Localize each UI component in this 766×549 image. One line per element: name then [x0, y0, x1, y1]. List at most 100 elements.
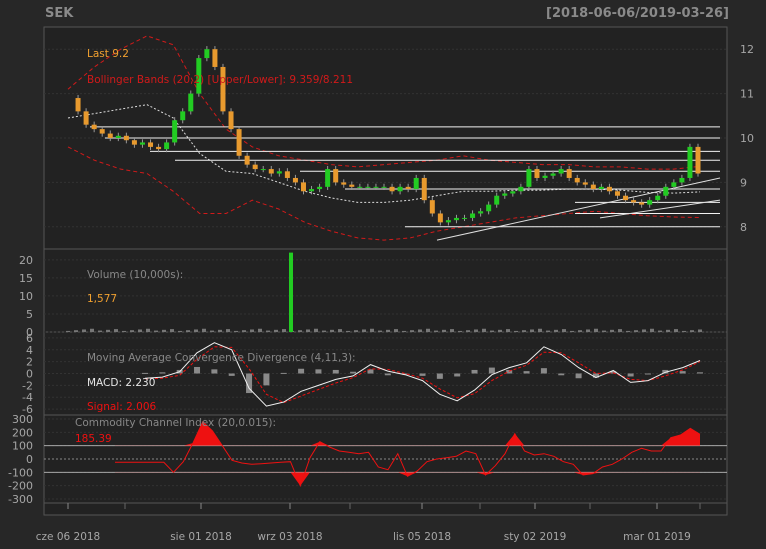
- candle-body: [534, 169, 540, 178]
- volume-bar: [82, 329, 86, 332]
- macd-hist-bar: [228, 373, 235, 376]
- signal-value: Signal: 2.006: [87, 401, 157, 413]
- volume-bar: [170, 329, 174, 332]
- candle-body: [75, 98, 81, 112]
- candle-body: [623, 195, 629, 201]
- volume-bar: [210, 330, 214, 332]
- candle-body: [333, 169, 339, 183]
- last-price-label: Last 9.2: [87, 48, 129, 60]
- volume-bar: [506, 329, 510, 332]
- candle-body: [244, 155, 250, 165]
- volume-bar: [338, 329, 342, 332]
- macd-hist-bar: [350, 371, 357, 374]
- volume-bar: [682, 330, 686, 332]
- volume-bar: [554, 329, 558, 332]
- y-tick-label: 15: [19, 272, 33, 285]
- macd-hist-bar: [471, 369, 478, 374]
- y-tick-label: 4: [26, 344, 33, 357]
- volume-bar: [298, 330, 302, 332]
- candle-body: [526, 169, 532, 187]
- candle-body: [478, 211, 484, 214]
- volume-bar: [474, 329, 478, 332]
- macd-hist-bar: [679, 371, 686, 374]
- candle-body: [325, 169, 331, 187]
- y-tick-label: 0: [26, 368, 33, 381]
- y-tick-label: -100: [8, 466, 33, 479]
- volume-bar: [346, 330, 350, 332]
- macd-hist-bar: [280, 372, 287, 374]
- volume-bar: [426, 328, 430, 332]
- volume-bar: [658, 330, 662, 332]
- macd-hist-bar: [488, 367, 495, 374]
- candle-body: [510, 191, 516, 194]
- y-tick-label: -200: [8, 480, 33, 493]
- volume-bar: [314, 328, 318, 332]
- candle-body: [236, 129, 242, 156]
- y-tick-label: 100: [12, 440, 33, 453]
- macd-hist-bar: [263, 373, 270, 386]
- volume-bar: [434, 330, 438, 332]
- volume-bar: [130, 330, 134, 332]
- macd-hist-bar: [332, 369, 339, 374]
- candle-body: [204, 49, 210, 59]
- volume-bar: [410, 330, 414, 332]
- macd-hist-bar: [454, 373, 461, 377]
- y-tick-label: -4: [22, 391, 33, 404]
- volume-bar: [234, 330, 238, 332]
- candle-body: [590, 184, 596, 190]
- candle-body: [212, 49, 218, 67]
- y-tick-label: 20: [19, 254, 33, 267]
- volume-bar: [698, 329, 702, 332]
- candle-body: [276, 171, 282, 174]
- volume-bar: [498, 329, 502, 332]
- candle-body: [317, 186, 323, 190]
- volume-bar: [146, 328, 150, 332]
- volume-bar: [330, 329, 334, 332]
- volume-bar: [98, 330, 102, 332]
- candle-body: [574, 177, 580, 183]
- candle-body: [405, 186, 411, 190]
- volume-bar: [378, 330, 382, 332]
- candle-body: [429, 200, 435, 214]
- volume-bar: [66, 330, 70, 332]
- volume-bar: [634, 330, 638, 332]
- x-tick-label: wrz 03 2018: [257, 531, 322, 543]
- candle-body: [421, 177, 427, 201]
- macd-hist-bar: [436, 373, 443, 379]
- candle-body: [437, 213, 443, 223]
- volume-value: 1,577: [87, 293, 117, 305]
- volume-bar: [610, 329, 614, 332]
- candle-body: [494, 195, 500, 205]
- candle-body: [695, 146, 701, 174]
- candle-body: [397, 186, 403, 192]
- candle-body: [598, 186, 604, 190]
- x-tick-label: lis 05 2018: [393, 531, 451, 543]
- volume-bar: [594, 328, 598, 332]
- macd-hist-bar: [575, 373, 582, 379]
- candle-body: [679, 177, 685, 183]
- candle-body: [445, 220, 451, 223]
- volume-bar: [602, 330, 606, 332]
- candle-body: [639, 202, 645, 205]
- candle-body: [252, 164, 258, 170]
- candle-body: [123, 135, 129, 141]
- candle-body: [655, 195, 661, 201]
- candle-body: [663, 186, 669, 196]
- candle-body: [365, 186, 371, 188]
- volume-bar-spike: [289, 252, 293, 332]
- candle-body: [606, 186, 612, 192]
- volume-bar: [626, 330, 630, 332]
- candle-body: [131, 140, 137, 145]
- candle-body: [172, 120, 178, 143]
- volume-bar: [266, 330, 270, 332]
- y-tick-label: 5: [26, 308, 33, 321]
- macd-hist-bar: [298, 368, 305, 374]
- x-axis-strip: [43, 502, 728, 516]
- volume-bar: [690, 330, 694, 332]
- candle-body: [462, 217, 468, 219]
- volume-bar: [546, 330, 550, 332]
- x-tick-label: sty 02 2019: [504, 531, 567, 543]
- macd-hist-bar: [211, 369, 218, 374]
- candle-body: [228, 111, 234, 130]
- y-tick-label: 9: [740, 176, 747, 189]
